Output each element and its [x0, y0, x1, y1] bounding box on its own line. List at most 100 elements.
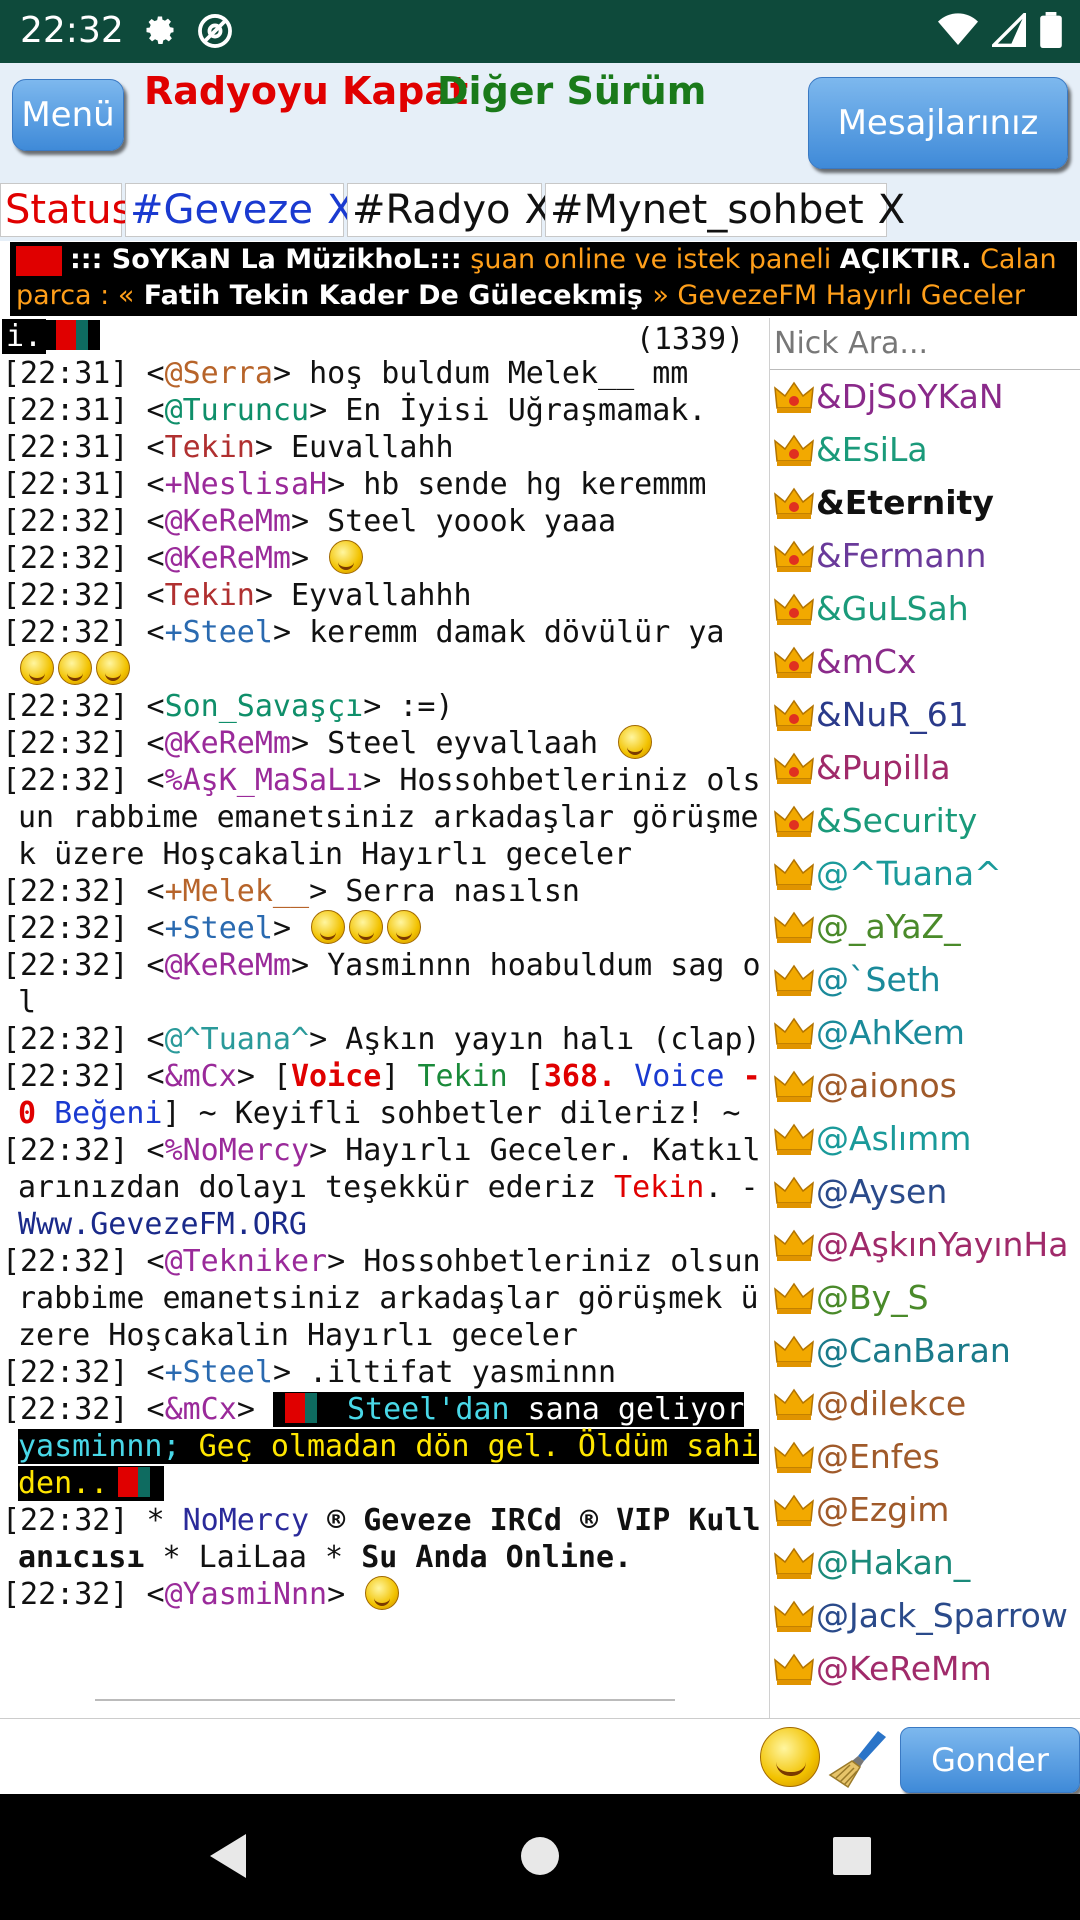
chat-line: [22:32] <&mCx> [Voice] Tekin [368. Voice…	[2, 1059, 761, 1131]
tab-close-icon[interactable]: X	[878, 187, 905, 233]
op-crown-icon	[774, 1123, 814, 1155]
clock: 22:32	[20, 10, 124, 51]
user-list-item[interactable]: @`Seth	[770, 953, 1080, 1006]
user-nick: @aionos	[816, 1066, 957, 1105]
tab-label: #Radyo	[352, 187, 511, 233]
emoji-picker-icon[interactable]	[760, 1727, 820, 1787]
smiley-icon	[618, 725, 653, 759]
wifi-icon	[938, 13, 978, 45]
user-list-item[interactable]: @Jack_Sparrow	[770, 1589, 1080, 1642]
chat-line: [22:31] <Tekin> Euvallahh	[2, 430, 454, 465]
owner-crown-icon	[774, 487, 814, 519]
tab-label: #Geveze	[130, 187, 314, 233]
owner-crown-icon	[774, 434, 814, 466]
tab-radyo[interactable]: #Radyo X	[347, 183, 552, 237]
chat-line: [22:32] <@KeReMm> Steel yoook yaaa	[2, 504, 617, 539]
back-icon[interactable]	[206, 1832, 250, 1880]
chat-line: [22:32] <+Steel>	[0, 910, 768, 947]
user-nick: @AhKem	[816, 1013, 965, 1052]
user-nick: &Pupilla	[816, 748, 951, 787]
user-list-item[interactable]: &GuLSah	[770, 582, 1080, 635]
user-nick: @Hakan_	[816, 1543, 971, 1582]
op-crown-icon	[774, 1600, 814, 1632]
chat-line: [22:32] <@KeReMm> Steel eyvallaah	[0, 725, 768, 762]
user-nick: &Fermann	[816, 536, 987, 575]
user-list-item[interactable]: @AhKem	[770, 1006, 1080, 1059]
send-button[interactable]: Gonder	[900, 1727, 1080, 1793]
settings-gear-icon	[142, 12, 178, 53]
message-input[interactable]	[0, 1721, 752, 1793]
other-version-link[interactable]: Diğer Sürüm	[437, 69, 706, 113]
user-nick: &GuLSah	[816, 589, 969, 628]
user-list-item[interactable]: @CanBaran	[770, 1324, 1080, 1377]
user-list-item[interactable]: &Eternity	[770, 476, 1080, 529]
radio-close-link[interactable]: Radyoyu Kapat	[144, 69, 468, 113]
user-list-item[interactable]: @Aysen	[770, 1165, 1080, 1218]
user-list-item[interactable]: &mCx	[770, 635, 1080, 688]
user-list-item[interactable]: @Hakan_	[770, 1536, 1080, 1589]
chat-line: [22:32] * NoMercy ® Geveze IRCd ® VIP Ku…	[2, 1503, 761, 1575]
user-nick: @^Tuana^	[816, 854, 1002, 893]
op-crown-icon	[774, 1017, 814, 1049]
nick-search-input[interactable]	[770, 318, 1080, 370]
messages-button[interactable]: Mesajlarınız	[808, 77, 1068, 169]
chat-line: [22:32] <Tekin> Eyvallahhh	[2, 578, 472, 613]
user-nick: &Security	[816, 801, 978, 840]
user-list-item[interactable]: &Pupilla	[770, 741, 1080, 794]
tab-label: #Mynet_sohbet	[550, 187, 864, 233]
user-list-item[interactable]: &Security	[770, 794, 1080, 847]
user-list-item[interactable]: @^Tuana^	[770, 847, 1080, 900]
user-list-item[interactable]: @KeReMm	[770, 1642, 1080, 1695]
owner-crown-icon	[774, 381, 814, 413]
app-header: Menü Radyoyu Kapat Diğer Sürüm Mesajları…	[0, 63, 1080, 183]
user-list-item[interactable]: &Fermann	[770, 529, 1080, 582]
chat-line: [22:32] <+Steel> keremm damak dövülür ya	[0, 614, 768, 688]
op-crown-icon	[774, 1441, 814, 1473]
user-nick: @By_S	[816, 1278, 929, 1317]
user-nick: &Eternity	[816, 483, 994, 522]
chat-line: [22:32] <@^Tuana^> Aşkın yayın halı (cla…	[2, 1022, 761, 1057]
user-list-item[interactable]: @dilekce	[770, 1377, 1080, 1430]
user-list-item[interactable]: &DjSoYKaN	[770, 370, 1080, 423]
chat-line: [22:32] <%NoMercy> Hayırlı Geceler. Katk…	[2, 1133, 761, 1242]
flag-icon	[108, 1467, 163, 1497]
home-icon[interactable]	[518, 1832, 562, 1880]
user-nick: @Enfes	[816, 1437, 940, 1476]
user-count: (1339)	[614, 320, 766, 360]
user-items: &DjSoYKaN &EsiLa &Eternity &Fermann &GuLSah &…	[770, 370, 1080, 1695]
user-list-item[interactable]: &EsiLa	[770, 423, 1080, 476]
chat-line: [22:32] <Son_Savaşçı> :=)	[2, 689, 454, 724]
system-nav-bar	[0, 1794, 1080, 1920]
user-list-item[interactable]: @Ezgim	[770, 1483, 1080, 1536]
user-list-item[interactable]: @Aslımm	[770, 1112, 1080, 1165]
owner-crown-icon	[774, 593, 814, 625]
user-list-item[interactable]: &NuR_61	[770, 688, 1080, 741]
tab-status[interactable]: Status	[0, 183, 132, 237]
tab-geveze[interactable]: #Geveze X	[125, 183, 354, 237]
grin-icon	[58, 651, 92, 685]
channel-tabs: Status #Geveze X #Radyo X #Mynet_sohbet …	[0, 183, 1080, 241]
tab-mynet-sohbet[interactable]: #Mynet_sohbet X	[545, 183, 905, 237]
user-list[interactable]: &DjSoYKaN&EsiLa&Eternity&Fermann&GuLSah &…	[769, 318, 1080, 1718]
op-crown-icon	[774, 1494, 814, 1526]
chat-line: [22:31] <+NeslisaH> hb sende hg keremmm	[2, 467, 707, 502]
op-crown-icon	[774, 1335, 814, 1367]
user-nick: @CanBaran	[816, 1331, 1011, 1370]
op-crown-icon	[774, 1388, 814, 1420]
owner-crown-icon	[774, 752, 814, 784]
clear-broom-icon[interactable]	[828, 1725, 892, 1789]
user-list-item[interactable]: @Enfes	[770, 1430, 1080, 1483]
chat-log[interactable]: i. (1339) [22:31] <@Serra> hoş buldum Me…	[0, 318, 768, 1718]
user-list-item[interactable]: @AşkınYayınHa	[770, 1218, 1080, 1271]
recents-icon[interactable]	[830, 1832, 874, 1880]
user-nick: @AşkınYayınHa	[816, 1225, 1069, 1264]
grin-icon	[387, 910, 422, 944]
user-nick: &NuR_61	[816, 695, 969, 734]
status-icons	[938, 12, 1062, 48]
user-list-item[interactable]: @By_S	[770, 1271, 1080, 1324]
menu-button[interactable]: Menü	[12, 79, 124, 151]
site-link[interactable]: Www.GevezeFM.ORG	[18, 1207, 307, 1242]
user-list-item[interactable]: @_aYaZ_	[770, 900, 1080, 953]
user-nick: @KeReMm	[816, 1649, 992, 1688]
user-list-item[interactable]: @aionos	[770, 1059, 1080, 1112]
